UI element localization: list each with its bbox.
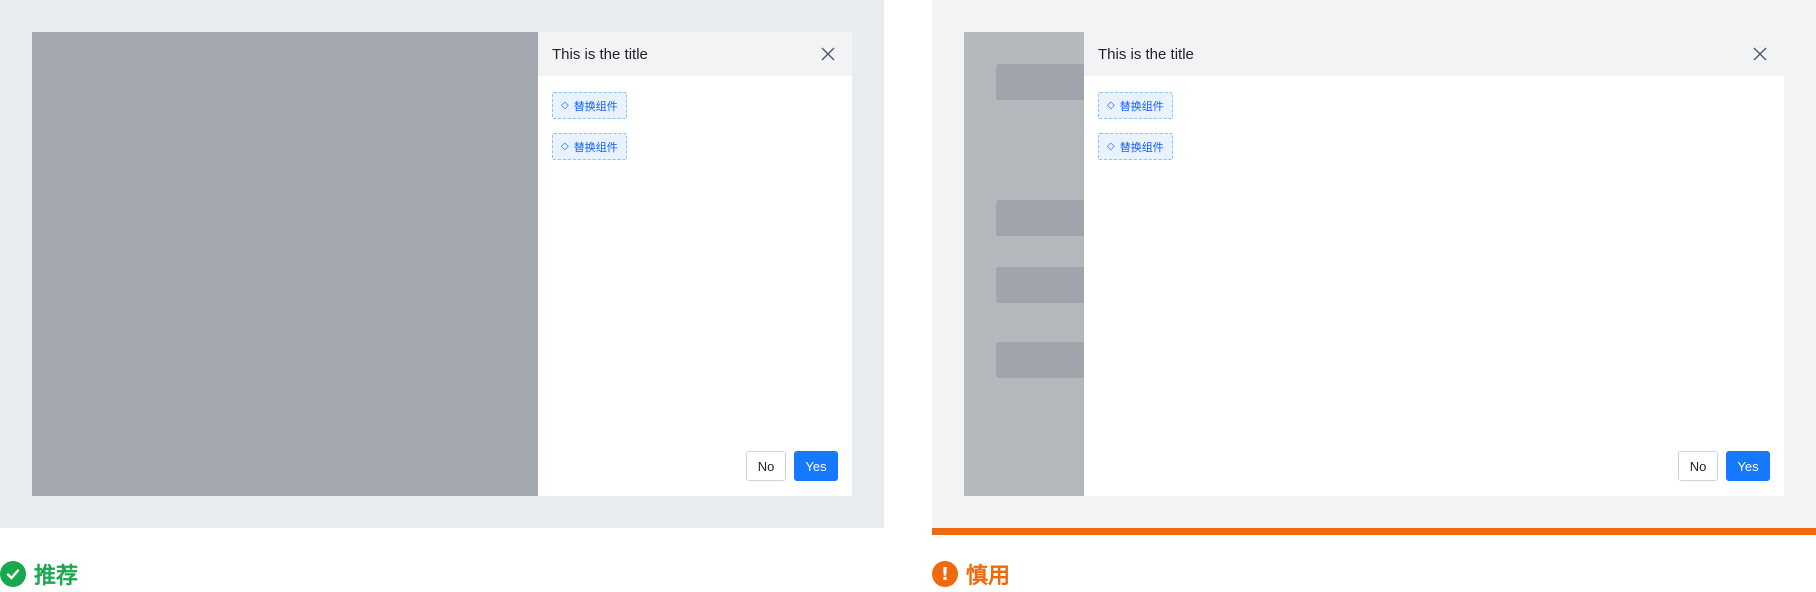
- diamond-icon: ◇: [561, 99, 569, 111]
- replace-component-placeholder[interactable]: ◇ 替换组件: [1098, 133, 1173, 160]
- drawer-title: This is the title: [1098, 45, 1194, 63]
- replace-component-placeholder[interactable]: ◇ 替换组件: [552, 92, 627, 119]
- placeholder-label: 替换组件: [1119, 141, 1164, 154]
- exclamation-circle-icon: !: [932, 561, 958, 587]
- preview-stage: This is the title ◇ 替换组件 ◇ 替换组件 No Yes: [964, 32, 1784, 496]
- drawer: This is the title ◇ 替换组件 ◇ 替换组件 No Yes: [1084, 32, 1784, 496]
- close-icon: [821, 47, 835, 61]
- verdict-recommended: 推荐: [0, 558, 78, 590]
- close-icon: [1753, 47, 1767, 61]
- drawer-mask[interactable]: [964, 32, 1084, 496]
- drawer-mask[interactable]: [32, 32, 538, 496]
- verdict-caution: ! 慎用: [932, 558, 1010, 590]
- verdict-label: 推荐: [34, 563, 79, 588]
- close-button[interactable]: [1750, 44, 1770, 64]
- preview-stage: This is the title ◇ 替换组件 ◇ 替换组件 No Yes: [32, 32, 852, 496]
- no-button[interactable]: No: [1678, 451, 1718, 481]
- diamond-icon: ◇: [1107, 99, 1115, 111]
- placeholder-label: 替换组件: [573, 141, 618, 154]
- no-button[interactable]: No: [746, 451, 786, 481]
- drawer-header: This is the title: [1084, 32, 1784, 76]
- drawer-body: ◇ 替换组件 ◇ 替换组件: [538, 76, 852, 174]
- placeholder-label: 替换组件: [573, 100, 618, 113]
- close-button[interactable]: [818, 44, 838, 64]
- drawer: This is the title ◇ 替换组件 ◇ 替换组件 No Yes: [538, 32, 852, 496]
- example-panel-recommended: This is the title ◇ 替换组件 ◇ 替换组件 No Yes: [0, 0, 884, 528]
- verdict-label: 慎用: [966, 563, 1011, 588]
- diamond-icon: ◇: [561, 140, 569, 152]
- yes-button[interactable]: Yes: [794, 451, 838, 481]
- example-panel-caution: This is the title ◇ 替换组件 ◇ 替换组件 No Yes: [932, 0, 1816, 528]
- replace-component-placeholder[interactable]: ◇ 替换组件: [552, 133, 627, 160]
- replace-component-placeholder[interactable]: ◇ 替换组件: [1098, 92, 1173, 119]
- drawer-body: ◇ 替换组件 ◇ 替换组件: [1084, 76, 1784, 174]
- caution-indicator-bar: [932, 528, 1816, 535]
- drawer-title: This is the title: [552, 45, 648, 63]
- check-circle-icon: [0, 561, 26, 587]
- drawer-header: This is the title: [538, 32, 852, 76]
- placeholder-label: 替换组件: [1119, 100, 1164, 113]
- diamond-icon: ◇: [1107, 140, 1115, 152]
- drawer-footer: No Yes: [746, 451, 838, 481]
- drawer-footer: No Yes: [1678, 451, 1770, 481]
- yes-button[interactable]: Yes: [1726, 451, 1770, 481]
